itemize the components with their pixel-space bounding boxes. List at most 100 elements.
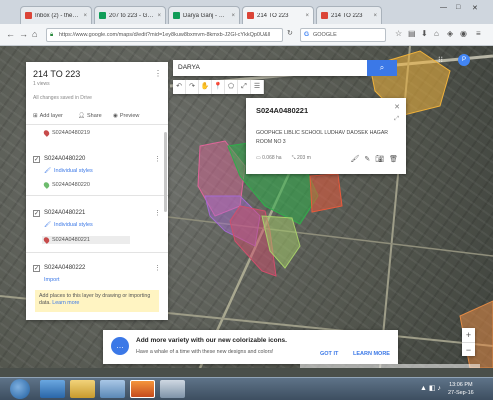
add-layer-button[interactable]: ⊞ Add layer bbox=[33, 113, 63, 119]
close-icon[interactable]: × bbox=[83, 13, 87, 19]
tab-label: 214 TO 223 bbox=[257, 12, 289, 19]
zoom-in-button[interactable]: + bbox=[462, 328, 475, 342]
redo-icon[interactable]: ↷ bbox=[186, 80, 199, 94]
feature-measurements: ▭ 0.068 ha ⤡ 203 m bbox=[256, 155, 311, 161]
individual-styles-link[interactable]: 🖌︎ Individual styles bbox=[44, 222, 93, 228]
close-icon[interactable]: ✕ bbox=[394, 103, 400, 111]
hand-icon[interactable]: ✋ bbox=[199, 80, 212, 94]
system-clock[interactable]: 13:06 PM 27-Sep-16 bbox=[448, 381, 474, 397]
browser-search-box[interactable]: G GOOGLE bbox=[300, 28, 386, 42]
expand-icon[interactable]: ⤢ bbox=[394, 116, 399, 123]
tab-207-to-223[interactable]: 207 to 223 - Googl... × bbox=[94, 6, 166, 24]
app-icon[interactable] bbox=[160, 380, 185, 398]
layer-name[interactable]: S024A0480222 bbox=[44, 265, 85, 271]
promo-title: Add more variety with our new colorizabl… bbox=[136, 337, 287, 344]
individual-styles-link[interactable]: 🖌︎ Individual styles bbox=[44, 168, 93, 174]
paint-icon[interactable]: 🖌︎ bbox=[350, 155, 359, 163]
layer-name[interactable]: S024A0480220 bbox=[44, 156, 85, 162]
tab-214-to-223[interactable]: 214 TO 223 × bbox=[316, 6, 382, 24]
map-toolbar: ↶ ↷ ✋ 📍 ⬠ ⤢ ☰ bbox=[173, 80, 264, 94]
download-icon[interactable]: ⬇ bbox=[421, 29, 428, 38]
edit-icon[interactable]: ✎ bbox=[364, 155, 370, 163]
reload-icon[interactable]: ↻ bbox=[287, 29, 293, 37]
layer-checkbox[interactable]: ✓ bbox=[33, 265, 40, 272]
extension-icon[interactable]: ◉ bbox=[460, 29, 467, 38]
photo-icon[interactable]: 📷︎ bbox=[375, 155, 384, 163]
add-layer-icon: ⊞ bbox=[33, 113, 38, 119]
layer-menu-icon[interactable]: ⋮ bbox=[154, 209, 161, 217]
explorer-icon[interactable] bbox=[70, 380, 95, 398]
preview-button[interactable]: ◉ Preview bbox=[113, 113, 139, 119]
tray-icons[interactable]: ▲ ◧ ♪ bbox=[420, 384, 441, 392]
maps-icon bbox=[99, 12, 106, 19]
draw-line-icon[interactable]: ⬠ bbox=[225, 80, 238, 94]
tab-darya-ganj[interactable]: Darya Ganj - Goog... × bbox=[168, 6, 240, 24]
maximize-icon[interactable]: □ bbox=[456, 4, 460, 11]
add-marker-icon[interactable]: 📍 bbox=[212, 80, 225, 94]
google-icon: G bbox=[304, 31, 310, 38]
map-search-button[interactable]: ⌕ bbox=[367, 60, 397, 76]
forward-icon[interactable]: → bbox=[19, 29, 28, 39]
layer-menu-icon[interactable]: ⋮ bbox=[154, 155, 161, 163]
road bbox=[159, 215, 493, 257]
undo-icon[interactable]: ↶ bbox=[173, 80, 186, 94]
panel-scrollbar[interactable] bbox=[164, 132, 167, 212]
style-icon: 🖌︎ bbox=[44, 222, 51, 228]
layer-checkbox[interactable]: ✓ bbox=[33, 156, 40, 163]
close-icon[interactable]: × bbox=[157, 13, 161, 19]
tab-label: 214 TO 223 bbox=[331, 12, 363, 19]
window-close-icon[interactable]: ✕ bbox=[472, 4, 478, 12]
save-status: All changes saved in Drive bbox=[33, 95, 92, 101]
map-title[interactable]: 214 TO 223 bbox=[33, 69, 80, 79]
menu-icon[interactable]: ≡ bbox=[476, 29, 481, 38]
firefox-icon[interactable] bbox=[130, 380, 155, 398]
address-bar[interactable]: 🔒︎ https://www.google.com/maps/d/edit?mi… bbox=[46, 28, 283, 42]
gmail-icon bbox=[25, 12, 32, 19]
minimize-icon[interactable]: — bbox=[440, 4, 447, 11]
zoom-control: + − bbox=[462, 328, 475, 356]
list-item-selected[interactable]: S024A0480221 bbox=[42, 236, 130, 244]
tab-214-to-223-active[interactable]: 214 TO 223 × bbox=[242, 6, 314, 24]
polygon-orange bbox=[309, 173, 343, 213]
learn-more-link[interactable]: Learn more bbox=[52, 300, 79, 306]
pocket-icon[interactable]: ◈ bbox=[447, 29, 453, 38]
start-button[interactable] bbox=[10, 379, 30, 399]
measure-icon[interactable]: ☰ bbox=[251, 80, 264, 94]
share-button[interactable]: 👤︎ Share bbox=[78, 113, 102, 119]
zoom-out-button[interactable]: − bbox=[462, 342, 475, 356]
delete-icon[interactable]: 🗑︎ bbox=[389, 155, 398, 163]
import-label: Import bbox=[44, 277, 60, 283]
tab-inbox[interactable]: Inbox (2) - thepro... × bbox=[20, 6, 92, 24]
list-item[interactable]: S024A0480220 bbox=[42, 181, 90, 189]
learn-more-button[interactable]: LEARN MORE bbox=[353, 351, 390, 357]
layers-panel: 214 TO 223 1 views All changes saved in … bbox=[26, 62, 168, 320]
my-maps-icon bbox=[247, 12, 254, 19]
apps-grid-icon[interactable]: ⁝⁝ bbox=[438, 55, 443, 64]
panel-menu-icon[interactable]: ⋮ bbox=[154, 69, 162, 78]
avatar[interactable]: P bbox=[458, 54, 470, 66]
tab-label: 207 to 223 - Googl... bbox=[109, 12, 155, 19]
import-link[interactable]: Import bbox=[44, 277, 60, 283]
layer-menu-icon[interactable]: ⋮ bbox=[154, 264, 161, 272]
home-button-icon[interactable]: ⌂ bbox=[434, 29, 439, 38]
close-icon[interactable]: × bbox=[305, 13, 309, 19]
map-search-input[interactable]: DARYA bbox=[173, 60, 367, 76]
bookmark-star-icon[interactable]: ☆ bbox=[395, 29, 402, 38]
close-icon[interactable]: × bbox=[231, 13, 235, 19]
library-icon[interactable]: ▤ bbox=[408, 29, 416, 38]
windows-taskbar: ▲ ◧ ♪ 13:06 PM 27-Sep-16 bbox=[0, 377, 493, 400]
back-icon[interactable]: ← bbox=[6, 29, 15, 39]
layer-s024a0480222: ✓ S024A0480222 ⋮ Import bbox=[26, 253, 168, 290]
home-icon[interactable]: ⌂ bbox=[32, 29, 37, 39]
layer-name[interactable]: S024A0480221 bbox=[44, 210, 85, 216]
style-label: Individual styles bbox=[53, 168, 93, 174]
list-item[interactable]: S024A0480219 bbox=[42, 129, 90, 137]
area-measurement: ▭ 0.068 ha bbox=[256, 155, 282, 161]
layer-checkbox[interactable]: ✓ bbox=[33, 210, 40, 217]
close-icon[interactable]: × bbox=[373, 13, 377, 19]
media-player-icon[interactable] bbox=[100, 380, 125, 398]
got-it-button[interactable]: GOT IT bbox=[320, 351, 338, 357]
directions-icon[interactable]: ⤢ bbox=[238, 80, 251, 94]
tab-label: Inbox (2) - thepro... bbox=[35, 12, 80, 19]
ie-icon[interactable] bbox=[40, 380, 65, 398]
